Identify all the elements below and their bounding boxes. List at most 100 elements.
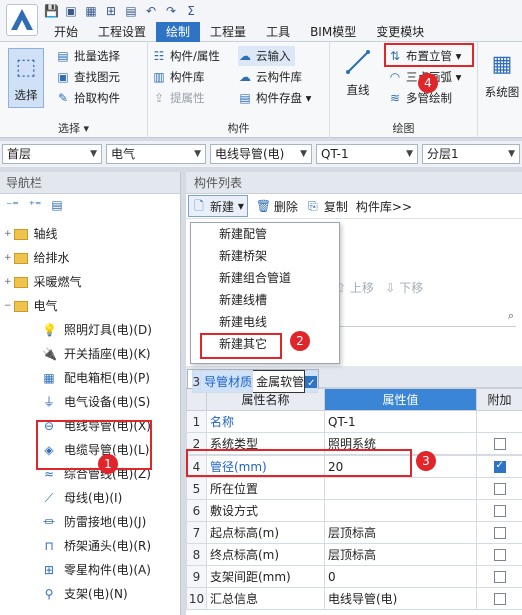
find-element-button[interactable]: ▣ 查找图元 <box>56 67 120 87</box>
property-row[interactable]: 3 导管材质 金属软管 <box>186 369 320 393</box>
discipline-select[interactable]: 电气 ▼ <box>106 144 206 164</box>
cloud-input-button[interactable]: ☁ 云输入 <box>238 46 295 66</box>
property-row[interactable]: 10 汇总信息 电线导管(电) <box>186 587 522 610</box>
nav-item[interactable]: ⊓ 桥架通头(电)(R) <box>42 534 151 558</box>
component-list-title: 构件列表 <box>186 172 522 194</box>
nav-folder[interactable]: + 轴线 <box>4 222 58 246</box>
property-value[interactable]: 电线导管(电) <box>324 587 477 610</box>
save-component-button[interactable]: ▤ 构件存盘 ▾ <box>238 88 311 108</box>
nav-folder[interactable]: + 采暖燃气 <box>4 270 82 294</box>
new-button[interactable]: 🗋 新建 ▾ <box>188 195 248 217</box>
attach-checkbox[interactable] <box>305 375 317 392</box>
layer-select[interactable]: 分层1 ▼ <box>422 144 520 164</box>
component-library-link[interactable]: 构件库>> <box>356 195 412 217</box>
attach-checkbox[interactable] <box>493 438 506 450</box>
nav-item[interactable]: ▦ 配电箱柜(电)(P) <box>42 366 150 390</box>
select-button[interactable]: ⬚ 选择 <box>8 48 44 108</box>
move-up-button[interactable]: ⇧ 上移 <box>336 281 374 295</box>
property-row[interactable]: 5 所在位置 <box>186 477 522 500</box>
menu-item[interactable]: 新建桥架 <box>191 245 339 267</box>
property-value[interactable]: 层顶标高 <box>324 543 477 566</box>
attach-checkbox[interactable] <box>493 460 506 473</box>
qat-icon[interactable]: 💾 <box>44 4 59 18</box>
property-row[interactable]: 7 起点标高(m) 层顶标高 <box>186 521 522 544</box>
tab-5[interactable]: BIM模型 <box>300 22 366 42</box>
component-properties-button[interactable]: ☷ 构件/属性 <box>152 46 220 66</box>
attach-cell <box>476 521 522 544</box>
property-value[interactable]: QT-1 <box>324 410 477 433</box>
property-row[interactable]: 8 终点标高(m) 层顶标高 <box>186 543 522 566</box>
copy-button[interactable]: ⎘ 复制 <box>306 195 348 217</box>
floor-select[interactable]: 首层 ▼ <box>2 144 102 164</box>
delete-icon: 🗑 <box>255 199 272 213</box>
menu-item[interactable]: 新建配管 <box>191 223 339 245</box>
qat-icon[interactable]: ↷ <box>164 4 178 18</box>
search-input[interactable]: ⌕ <box>336 309 516 327</box>
system-diagram-button[interactable]: ▦ 系统图 <box>482 50 522 100</box>
extract-properties-button[interactable]: ⇪ 提属性 <box>152 88 205 108</box>
nav-item[interactable]: ⊞ 零星构件(电)(A) <box>42 558 151 582</box>
pick-component-button[interactable]: ✎ 拾取构件 <box>56 88 120 108</box>
nav-folder[interactable]: + 给排水 <box>4 246 70 270</box>
tab-0[interactable]: 开始 <box>44 22 88 42</box>
delete-button[interactable]: 🗑 删除 <box>256 195 298 217</box>
qat-icon[interactable]: ▣ <box>64 4 78 18</box>
nav-item[interactable]: ⏚ 电气设备(电)(S) <box>42 390 150 414</box>
expand-icon[interactable]: + <box>4 222 12 246</box>
property-row[interactable]: 6 敷设方式 <box>186 499 522 522</box>
menu-item[interactable]: 新建组合管道 <box>191 267 339 289</box>
property-value[interactable]: 金属软管 <box>252 370 306 393</box>
component-select[interactable]: QT-1 ▼ <box>316 144 418 164</box>
property-value[interactable]: 0 <box>324 565 477 588</box>
property-name: 支架间距(mm) <box>206 565 325 588</box>
move-down-button[interactable]: ⇩ 下移 <box>385 281 423 295</box>
qat-icon[interactable]: ▤ <box>124 4 138 18</box>
nav-item[interactable]: ⚲ 支架(电)(N) <box>42 582 128 606</box>
expand-all-icon[interactable]: ⁺⁼ <box>29 198 42 212</box>
nav-item[interactable]: ⟋ 母线(电)(I) <box>42 486 122 510</box>
ribbon-group-component: ☷ 构件/属性 ▥ 构件库 ⇪ 提属性 ☁ 云输入 ☁ 云构件库 ▤ 构件存盘 ▾ 构件 <box>148 42 330 138</box>
component-library-button[interactable]: ▥ 构件库 <box>152 67 204 87</box>
attach-checkbox[interactable] <box>493 483 506 495</box>
menu-item[interactable]: 新建电线 <box>191 311 339 333</box>
collapse-icon[interactable]: − <box>4 294 12 318</box>
attach-checkbox[interactable] <box>493 571 506 583</box>
cloud-library-button[interactable]: ☁ 云构件库 <box>238 67 302 87</box>
property-value[interactable]: 层顶标高 <box>324 521 477 544</box>
property-value[interactable] <box>324 477 477 500</box>
property-value[interactable] <box>324 499 477 522</box>
attach-checkbox[interactable] <box>493 593 506 605</box>
nav-item[interactable]: 💡 照明灯具(电)(D) <box>42 318 152 342</box>
row-index: 1 <box>186 410 207 433</box>
qat-icon[interactable]: ▦ <box>84 4 98 18</box>
expand-icon[interactable]: + <box>4 270 12 294</box>
tab-1[interactable]: 工程设置 <box>88 22 156 42</box>
attach-checkbox[interactable] <box>493 549 506 561</box>
nav-title: 导航栏 <box>0 172 180 194</box>
line-button[interactable]: 直线 <box>336 48 380 98</box>
tab-2[interactable]: 绘制 <box>156 22 201 42</box>
expand-icon[interactable]: + <box>4 246 12 270</box>
library-icon: ▥ <box>153 70 165 84</box>
property-row[interactable]: 9 支架间距(mm) 0 <box>186 565 522 588</box>
qat-icon[interactable]: ↶ <box>144 4 158 18</box>
component-type-select[interactable]: 电线导管(电) ▼ <box>210 144 312 164</box>
tab-3[interactable]: 工程量 <box>200 22 256 42</box>
tab-6[interactable]: 变更模块 <box>366 22 434 42</box>
nav-item[interactable]: 🔌 开关插座(电)(K) <box>42 342 151 366</box>
attach-cell <box>304 370 319 393</box>
nav-item[interactable]: ⏛ 防雷接地(电)(J) <box>42 510 146 534</box>
multi-pipe-draw-button[interactable]: ≋ 多管绘制 <box>388 88 452 108</box>
qat-icon[interactable]: ⊞ <box>104 4 118 18</box>
nav-settings-icon[interactable]: ▤ <box>51 198 62 212</box>
nav-folder[interactable]: − 电气 <box>4 294 58 318</box>
multi-pipe-icon: ≋ <box>389 91 401 105</box>
attach-checkbox[interactable] <box>493 527 506 539</box>
tab-4[interactable]: 工具 <box>256 22 300 42</box>
qat-icon[interactable]: Σ <box>184 4 198 18</box>
batch-select-button[interactable]: ▤ 批量选择 <box>56 46 120 66</box>
property-row[interactable]: 1 名称 QT-1 <box>186 410 522 433</box>
attach-checkbox[interactable] <box>493 505 506 517</box>
menu-item[interactable]: 新建线槽 <box>191 289 339 311</box>
collapse-all-icon[interactable]: ⁻⁼ <box>6 198 19 212</box>
